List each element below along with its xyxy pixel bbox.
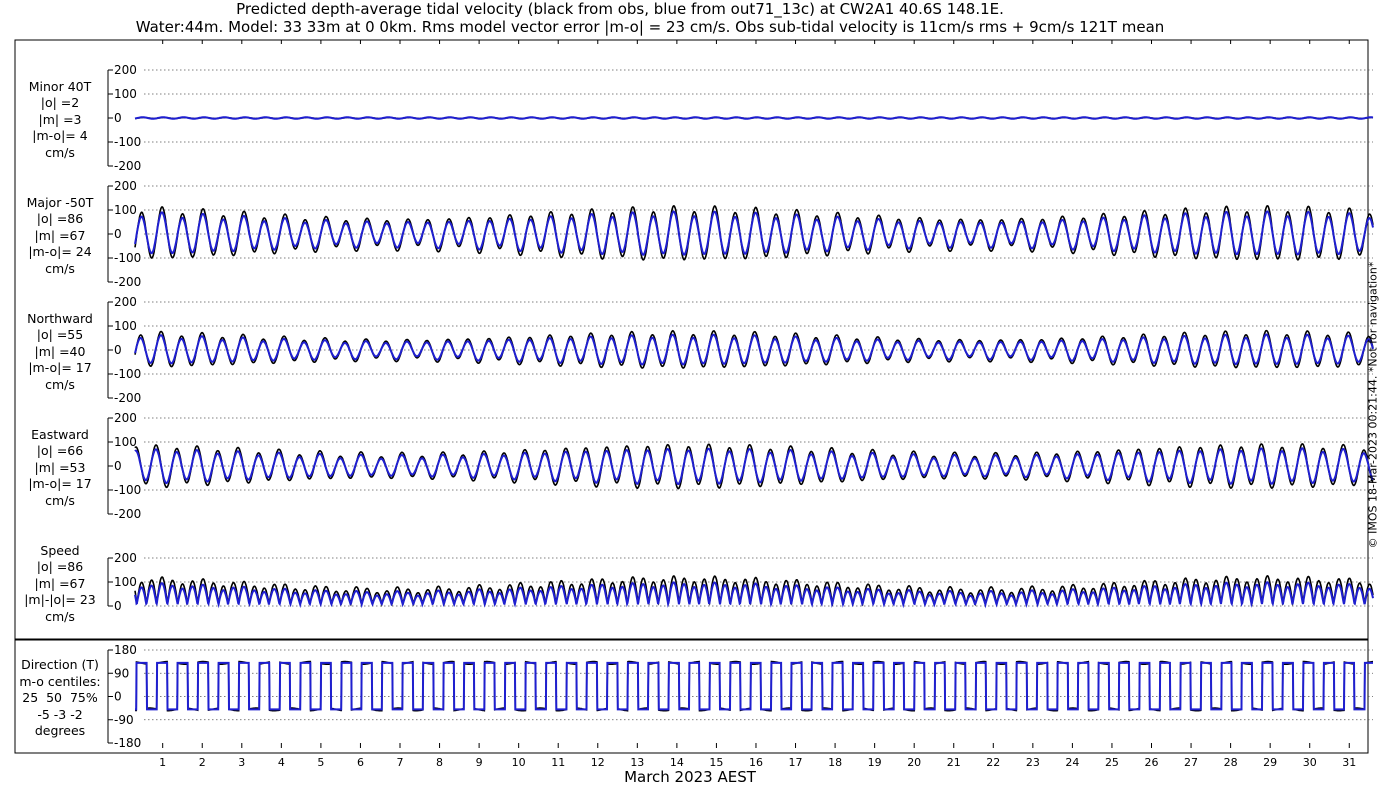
y-tick-label-major: -100 [114,251,141,265]
model-series-direction [135,661,1373,711]
panel-label-line: cm/s [45,608,75,624]
panel-label-line: cm/s [45,144,75,160]
panel-label-line: Northward [27,310,93,326]
panel-label-line: degrees [34,723,86,739]
panel-label-line: |m| =3 [38,111,82,127]
y-tick-label-major: 0 [114,227,122,241]
y-tick-label-minor: -200 [114,159,141,173]
panel-label-line: |m| =53 [34,459,86,475]
y-tick-label-east: 200 [114,411,137,425]
panel-label-line: Speed [40,542,80,558]
y-tick-label-major: 100 [114,203,137,217]
y-tick-label-direction: 0 [114,690,122,704]
y-tick-label-east: -100 [114,483,141,497]
y-tick-label-minor: 200 [114,63,137,77]
watermark-text: © IMOS 18-Mar-2023 00:21:44. *Not for na… [1366,261,1380,549]
y-tick-label-north: 0 [114,343,122,357]
panel-label-line: |m| =40 [34,343,86,359]
panel-label-line: |m-o|= 17 [28,360,92,376]
y-tick-label-east: -200 [114,507,141,521]
y-tick-label-speed: 0 [114,599,122,613]
panel-label-line: |m| =67 [34,575,86,591]
panel-label-speed: Speed |o| =86 |m| =67 |m|-|o|= 23 cm/s [10,543,110,626]
panel-label-line: Direction (T) [21,657,99,673]
y-tick-label-north: -100 [114,367,141,381]
panel-label-line: m-o centiles: [19,673,101,689]
panel-label-line: |m-o|= 24 [28,244,92,260]
y-tick-label-minor: 100 [114,87,137,101]
panel-label-line: |m| =67 [34,227,86,243]
y-tick-label-major: -200 [114,275,141,289]
panel-label-line: -5 -3 -2 [37,706,83,722]
y-tick-label-east: 100 [114,435,137,449]
panel-label-line: |m-o|= 4 [32,128,88,144]
model-series-minor [134,116,1373,120]
panel-label-line: Major -50T [26,194,94,210]
panel-label-east: Eastward |o| =66 |m| =53 |m-o|= 17 cm/s [10,427,110,510]
y-tick-label-north: -200 [114,391,141,405]
panel-label-line: cm/s [45,492,75,508]
y-tick-label-major: 200 [114,179,137,193]
panel-label-line: |m|-|o|= 23 [24,592,96,608]
panel-label-line: Minor 40T [28,78,92,94]
model-series-speed [134,581,1374,609]
y-tick-label-direction: 180 [114,643,137,657]
y-tick-label-direction: -90 [114,713,134,727]
y-tick-label-direction: 90 [114,666,129,680]
tidal-velocity-chart: 1 2 3 4 5 6 7 8 9 10 11 12 13 14 15 16 17 18 19 20 21 22 23 24 2… [14,39,1374,769]
y-tick-label-north: 200 [114,295,137,309]
y-tick-label-east: 0 [114,459,122,473]
panel-label-line: 25 50 75% [22,690,98,706]
y-tick-label-direction: -180 [114,736,141,750]
panel-label-direction: Direction (T) m-o centiles: 25 50 75% -5 -3… [10,657,110,740]
panel-label-line: cm/s [45,376,75,392]
panel-label-line: |o| =86 [36,559,84,575]
panel-label-line: |o| =66 [36,443,84,459]
y-tick-label-north: 100 [114,319,137,333]
x-axis-label: March 2023 AEST [624,768,756,786]
panel-label-minor: Minor 40T |o| =2 |m| =3 |m-o|= 4 cm/s [10,79,110,162]
panel-label-line: cm/s [45,260,75,276]
panel-label-line: |o| =2 [40,95,80,111]
panel-label-line: |m-o|= 17 [28,476,92,492]
y-tick-label-speed: 100 [114,575,137,589]
panel-label-north: Northward |o| =55 |m| =40 |m-o|= 17 cm/s [10,311,110,394]
panel-label-major: Major -50T |o| =86 |m| =67 |m-o|= 24 cm/s [10,195,110,278]
panel-label-line: Eastward [31,426,89,442]
model-series-major [134,210,1374,256]
model-series-north [134,333,1374,366]
panel-label-line: |o| =55 [36,327,84,343]
y-tick-label-speed: 200 [114,551,137,565]
watermark: © IMOS 18-Mar-2023 00:21:44. *Not for na… [1367,262,1389,549]
y-tick-label-minor: -100 [114,135,141,149]
y-tick-label-minor: 0 [114,111,122,125]
panel-label-line: |o| =86 [36,211,84,227]
